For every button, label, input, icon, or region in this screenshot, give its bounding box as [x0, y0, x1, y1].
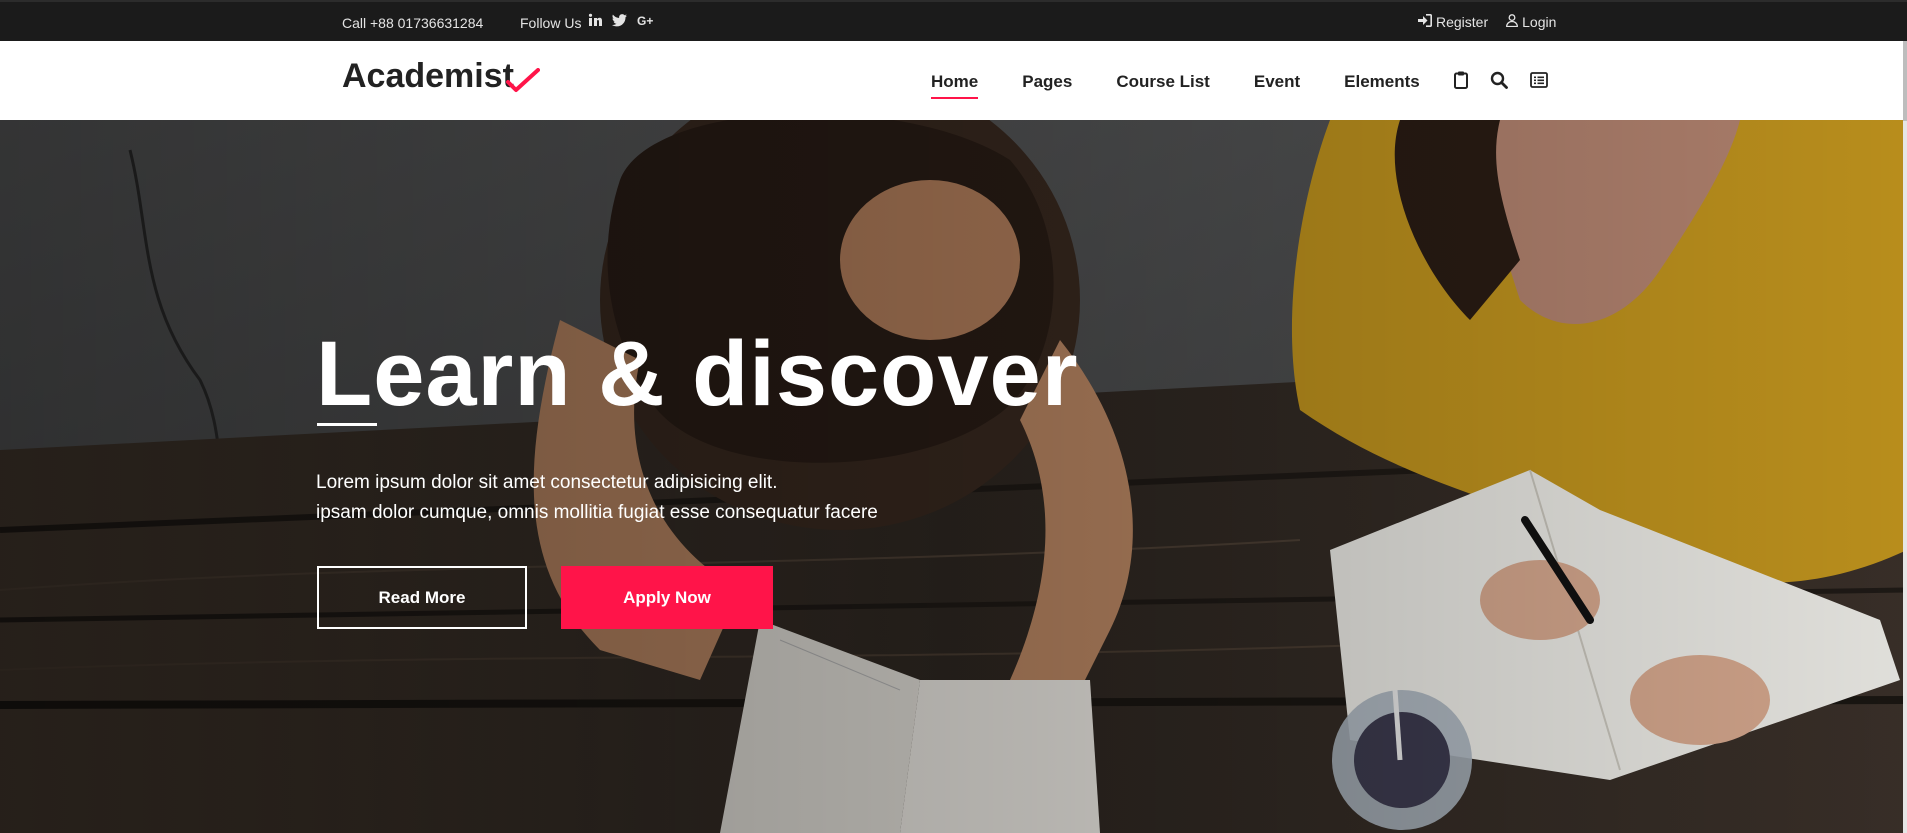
sign-in-icon — [1418, 14, 1432, 30]
hero-subtitle-line1: Lorem ipsum dolor sit amet consectetur a… — [316, 472, 778, 493]
register-link[interactable]: Register — [1418, 14, 1488, 30]
svg-text:G+: G+ — [637, 14, 653, 27]
phone-number: Call +88 01736631284 — [342, 15, 484, 31]
main-header: Academist Home Pages Course List Event E… — [0, 41, 1907, 120]
main-nav: Home Pages Course List Event Elements — [931, 72, 1464, 99]
hero-subtitle-line2: ipsam dolor cumque, omnis mollitia fugia… — [316, 502, 878, 523]
checkmark-icon — [505, 68, 540, 92]
auth-links: Register Login — [1418, 14, 1556, 30]
logo-text: Academist — [342, 57, 514, 95]
site-logo[interactable]: Academist — [342, 57, 540, 96]
top-bar: Call +88 01736631284 Follow Us G+ Regist… — [0, 0, 1907, 41]
linkedin-icon[interactable] — [588, 13, 602, 27]
user-icon — [1506, 14, 1519, 30]
nav-item-event[interactable]: Event — [1254, 72, 1300, 96]
scrollbar-thumb[interactable] — [1903, 41, 1907, 121]
apply-now-button[interactable]: Apply Now — [561, 566, 773, 629]
header-icons — [1454, 71, 1548, 89]
hero-section: Learn & discover Lorem ipsum dolor sit a… — [0, 120, 1907, 833]
login-label: Login — [1522, 14, 1557, 30]
google-plus-icon[interactable]: G+ — [637, 14, 655, 27]
nav-item-home[interactable]: Home — [931, 72, 979, 99]
nav-item-course-list[interactable]: Course List — [1116, 72, 1210, 96]
login-link[interactable]: Login — [1506, 14, 1556, 30]
clipboard-icon[interactable] — [1454, 71, 1468, 89]
social-links: G+ — [588, 13, 655, 27]
menu-list-icon[interactable] — [1530, 72, 1548, 88]
page-scrollbar[interactable] — [1903, 41, 1907, 833]
nav-item-elements[interactable]: Elements — [1344, 72, 1420, 96]
search-icon[interactable] — [1490, 71, 1508, 89]
hero-title: Learn & discover — [316, 323, 1079, 425]
title-underline — [317, 423, 377, 426]
nav-item-pages[interactable]: Pages — [1022, 72, 1072, 96]
read-more-button[interactable]: Read More — [317, 566, 527, 629]
register-label: Register — [1436, 14, 1489, 30]
hero-subtitle: Lorem ipsum dolor sit amet consectetur a… — [316, 468, 956, 528]
follow-us-label: Follow Us — [520, 15, 582, 31]
twitter-icon[interactable] — [612, 13, 627, 27]
